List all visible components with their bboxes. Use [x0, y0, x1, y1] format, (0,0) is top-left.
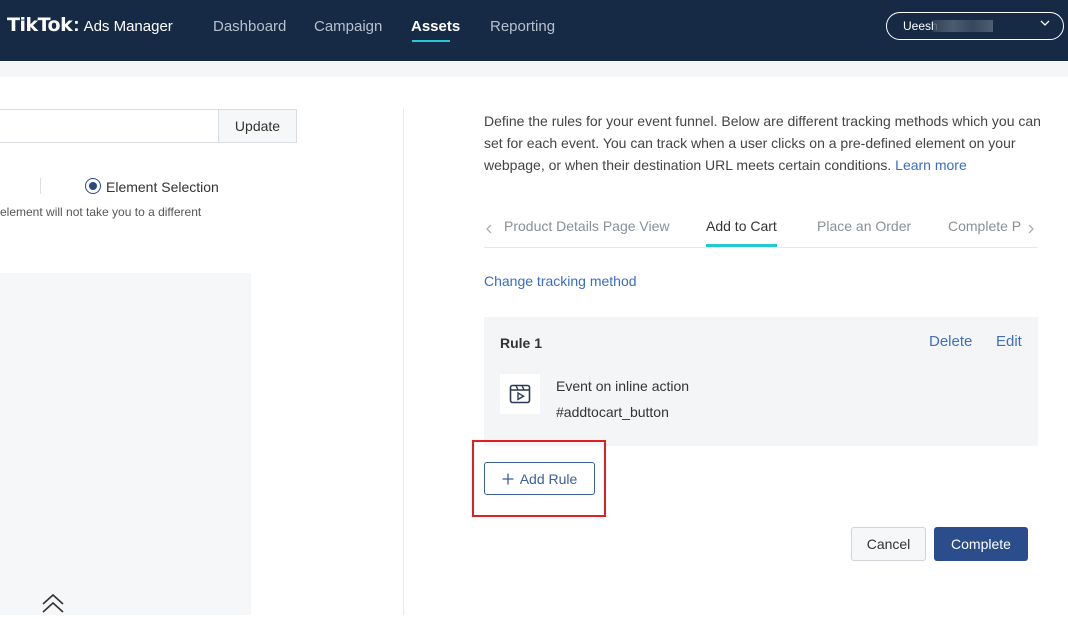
complete-button[interactable]: Complete — [934, 527, 1028, 561]
rule-selector: #addtocart_button — [556, 404, 669, 420]
tab-product-details-page-view[interactable]: Product Details Page View — [504, 218, 670, 234]
active-tab-indicator — [706, 244, 777, 247]
logo-colon: : — [73, 15, 80, 36]
chevron-down-icon — [1039, 17, 1051, 32]
delete-rule-button[interactable]: Delete — [929, 333, 972, 350]
logo-subtitle: Ads Manager — [83, 18, 173, 35]
nav-campaign[interactable]: Campaign — [314, 18, 382, 35]
tab-add-to-cart[interactable]: Add to Cart — [706, 218, 777, 234]
nav-assets[interactable]: Assets — [411, 18, 460, 35]
nav-reporting[interactable]: Reporting — [490, 18, 555, 35]
option-divider — [40, 178, 41, 194]
account-name-redaction — [933, 20, 993, 32]
tab-complete-payment[interactable]: Complete P — [948, 218, 1021, 234]
rule-card: Rule 1 Delete Edit Event on inline actio… — [484, 317, 1038, 446]
cancel-button[interactable]: Cancel — [851, 527, 926, 561]
tab-place-an-order[interactable]: Place an Order — [817, 218, 911, 234]
chevron-left-icon[interactable] — [484, 222, 494, 240]
edit-rule-button[interactable]: Edit — [996, 333, 1022, 350]
top-nav: TikTok : Ads Manager Dashboard Campaign … — [0, 0, 1068, 61]
rules-description: Define the rules for your event funnel. … — [484, 110, 1044, 176]
rule-event-type: Event on inline action — [556, 378, 690, 394]
rule-title: Rule 1 — [500, 335, 543, 351]
highlight-annotation-box — [472, 440, 606, 517]
page-preview-area[interactable] — [0, 273, 251, 615]
element-selection-label: Element Selection — [106, 179, 219, 195]
chevron-right-icon[interactable] — [1026, 222, 1036, 240]
sub-header-bar — [0, 61, 1068, 77]
url-input[interactable] — [0, 109, 220, 143]
update-button[interactable]: Update — [218, 109, 297, 143]
nav-active-indicator — [412, 40, 450, 42]
tiktok-ads-manager-logo[interactable]: TikTok : Ads Manager — [7, 14, 173, 37]
account-dropdown[interactable]: Ueesh — [886, 12, 1064, 40]
event-tabs: Product Details Page View Add to Cart Pl… — [484, 210, 1038, 248]
logo-mark: TikTok — [7, 14, 73, 36]
learn-more-link[interactable]: Learn more — [895, 157, 967, 173]
change-tracking-method-link[interactable]: Change tracking method — [484, 273, 637, 289]
nav-dashboard[interactable]: Dashboard — [213, 18, 286, 35]
selection-hint: element will not take you to a different — [0, 205, 202, 219]
video-clapper-icon — [500, 374, 540, 414]
panel-divider — [403, 109, 404, 615]
element-selection-radio[interactable] — [85, 178, 101, 194]
